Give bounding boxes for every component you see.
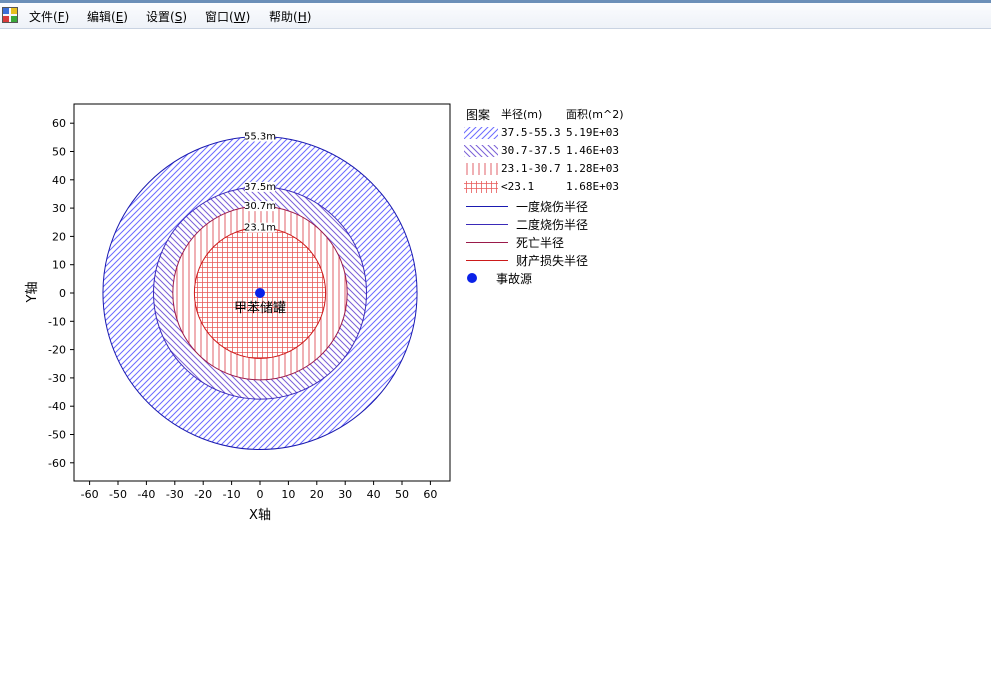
y-tick-label: 0 (59, 287, 66, 300)
source-label: 甲苯储罐 (234, 301, 286, 316)
line-swatch-icon (466, 242, 508, 243)
x-tick-label: 60 (423, 488, 437, 501)
y-axis-label: Y轴 (25, 282, 40, 304)
y-tick-label: 50 (52, 146, 66, 159)
y-tick-label: 30 (52, 202, 66, 215)
legend-source-label: 事故源 (496, 272, 533, 286)
legend-header-pattern: 图案 (466, 108, 491, 122)
y-tick-label: -20 (48, 344, 66, 357)
y-tick-label: 60 (52, 117, 66, 130)
legend-zone-row: 23.1-30.7 1.28E+03 (462, 160, 662, 178)
legend-zone-area: 1.46E+03 (566, 144, 619, 157)
legend-line-label: 财产损失半径 (516, 254, 589, 268)
legend-zone-row: 30.7-37.5 1.46E+03 (462, 142, 662, 160)
radius-label: 30.7m (244, 201, 276, 212)
line-swatch-icon (466, 206, 508, 207)
y-tick-label: -40 (48, 400, 66, 413)
x-axis-label: X轴 (249, 508, 271, 523)
x-tick-label: -50 (109, 488, 127, 501)
source-dot-icon (467, 273, 477, 283)
legend-line-row: 一度烧伤半径 (462, 197, 662, 215)
legend-zone-row: <23.1 1.68E+03 (462, 178, 662, 196)
legend-zone-row: 37.5-55.3 5.19E+03 (462, 124, 662, 142)
y-tick-label: 10 (52, 259, 66, 272)
legend-line-label: 二度烧伤半径 (516, 218, 589, 232)
legend-line-label: 一度烧伤半径 (516, 200, 589, 214)
x-tick-label: -40 (137, 488, 155, 501)
x-tick-label: 40 (367, 488, 381, 501)
y-tick-label: -30 (48, 372, 66, 385)
y-tick-label: 20 (52, 230, 66, 243)
x-tick-label: -30 (166, 488, 184, 501)
legend-header-area: 面积(m^2) (566, 108, 624, 121)
line-swatch-icon (466, 260, 508, 261)
line-swatch-icon (466, 224, 508, 225)
y-tick-label: -10 (48, 315, 66, 328)
y-tick-label: -50 (48, 429, 66, 442)
pattern-swatch-icon (464, 163, 498, 175)
legend-line-row: 死亡半径 (462, 233, 662, 251)
legend-zone-area: 5.19E+03 (566, 126, 619, 139)
legend-source-row: 事故源 (462, 269, 662, 287)
legend-line-row: 二度烧伤半径 (462, 215, 662, 233)
legend-zone-range: 23.1-30.7 (501, 162, 561, 175)
pattern-swatch-icon (464, 145, 498, 157)
pattern-swatch-icon (464, 181, 498, 193)
legend-header-radius: 半径(m) (501, 108, 543, 121)
x-tick-label: -20 (194, 488, 212, 501)
pattern-swatch-icon (464, 127, 498, 139)
x-tick-label: 10 (281, 488, 295, 501)
x-tick-label: -60 (81, 488, 99, 501)
x-tick-label: 50 (395, 488, 409, 501)
legend-zone-range: 30.7-37.5 (501, 144, 561, 157)
radius-label: 55.3m (244, 132, 276, 143)
legend-zone-area: 1.68E+03 (566, 180, 619, 193)
legend-zone-range: <23.1 (501, 180, 535, 193)
legend-line-row: 财产损失半径 (462, 251, 662, 269)
accident-source-point (255, 288, 265, 298)
x-tick-label: 20 (310, 488, 324, 501)
legend-line-label: 死亡半径 (516, 236, 565, 250)
hazard-radius-chart: 55.3m 37.5m 30.7m 23.1m 甲苯储罐 -60 -50 -40 -30 -20… (25, 103, 451, 523)
y-tick-label: -60 (48, 457, 66, 470)
radius-label: 37.5m (244, 182, 276, 193)
legend-zone-area: 1.28E+03 (566, 162, 619, 175)
y-tick-label: 40 (52, 174, 66, 187)
radius-label: 23.1m (244, 223, 276, 234)
x-tick-label: 30 (338, 488, 352, 501)
x-tick-label: 0 (257, 488, 264, 501)
x-tick-label: -10 (223, 488, 241, 501)
legend-zone-range: 37.5-55.3 (501, 126, 561, 139)
